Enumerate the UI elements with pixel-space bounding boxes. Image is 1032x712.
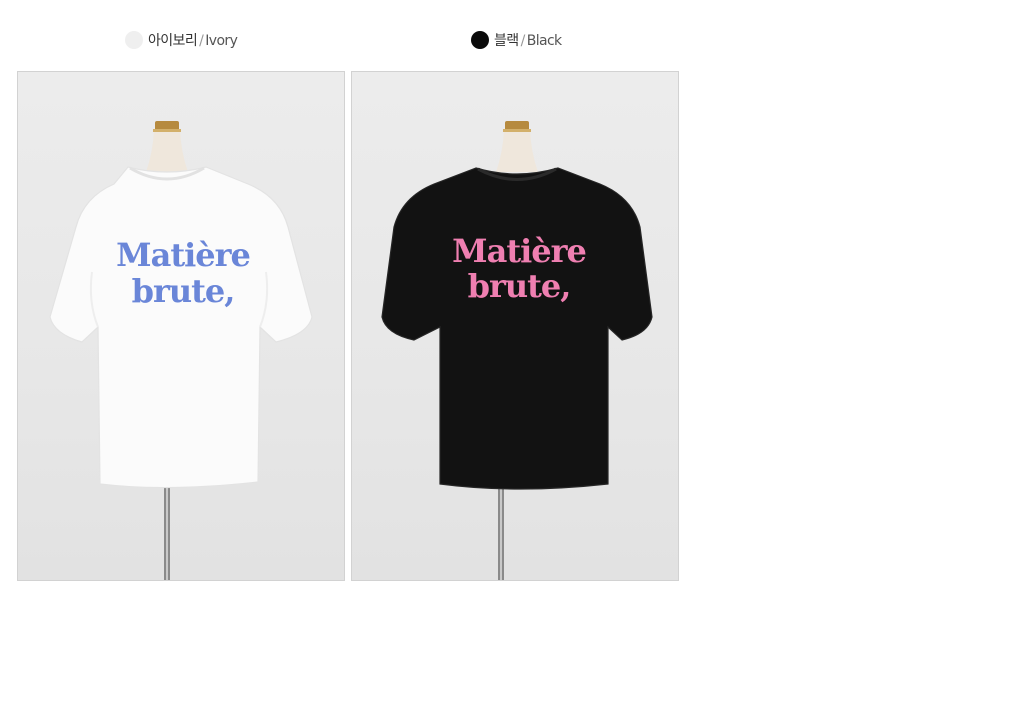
product-photo-black[interactable]: Matière brute,: [351, 71, 679, 581]
color-option-ivory[interactable]: 아이보리 / Ivory: [125, 28, 238, 52]
tshirt-ivory-illustration: Matière brute,: [49, 121, 313, 580]
print-line-2: brute,: [132, 272, 235, 310]
print-line-1: Matière: [452, 232, 586, 270]
label-separator: /: [520, 33, 526, 49]
color-label-ivory: 아이보리 / Ivory: [148, 30, 238, 50]
color-label-black: 블랙 / Black: [494, 30, 562, 50]
korean-color-name: 블랙: [494, 33, 519, 49]
black-swatch-dot: [471, 31, 489, 49]
print-line-2: brute,: [468, 267, 571, 305]
mannequin-neck: [496, 130, 538, 172]
product-photo-ivory[interactable]: Matière brute,: [17, 71, 345, 581]
tshirt-body: [381, 167, 653, 490]
color-option-black[interactable]: 블랙 / Black: [471, 28, 562, 52]
label-separator: /: [199, 33, 204, 49]
ivory-swatch-dot: [125, 31, 143, 49]
tshirt-body: [49, 166, 313, 489]
korean-color-name: 아이보리: [148, 33, 198, 49]
mannequin-neck: [146, 130, 188, 172]
print-line-1: Matière: [116, 236, 250, 274]
english-color-name: Black: [526, 33, 562, 49]
english-color-name: Ivory: [205, 33, 238, 49]
tshirt-black-illustration: Matière brute,: [381, 121, 653, 580]
